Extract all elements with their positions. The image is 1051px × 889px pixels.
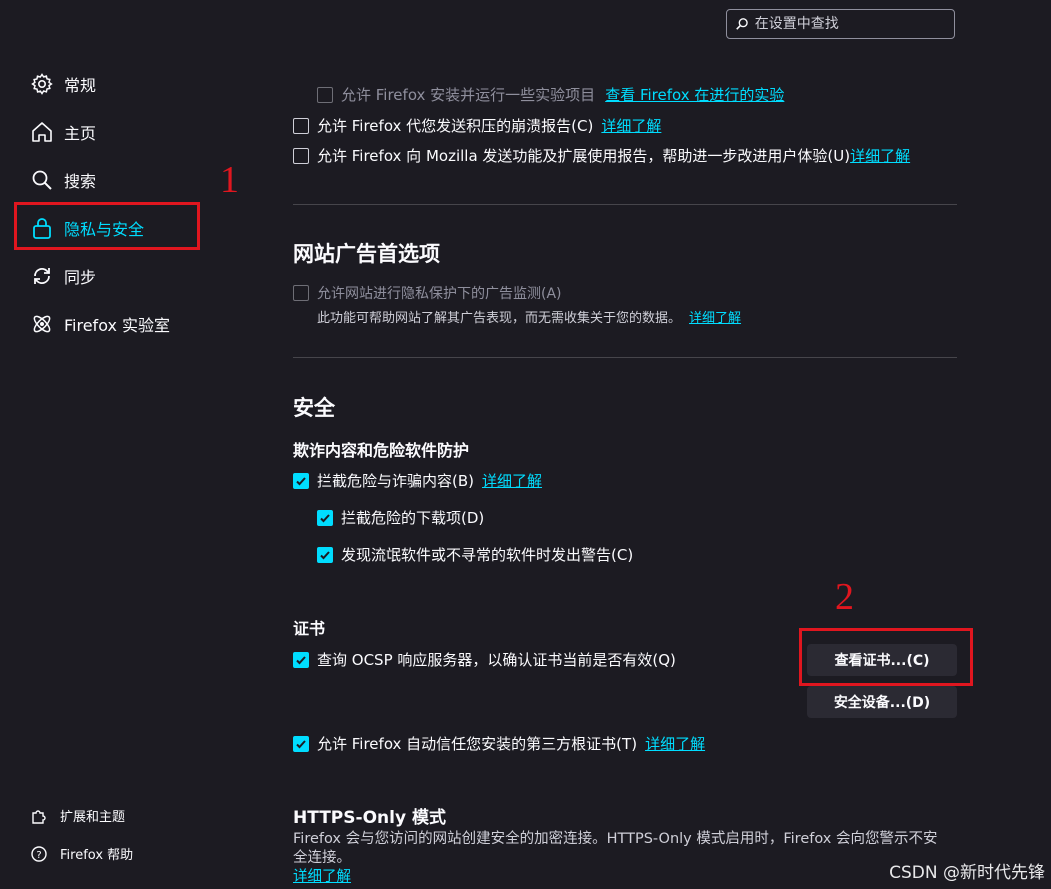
block-downloads-checkbox[interactable] — [317, 509, 333, 526]
annotation-box-2 — [799, 628, 973, 686]
studies-checkbox[interactable] — [317, 86, 333, 103]
gear-icon — [31, 73, 53, 95]
search-icon — [736, 18, 748, 30]
ppa-checkbox[interactable] — [293, 285, 309, 301]
block-downloads-label: 拦截危险的下载项(D) — [341, 509, 485, 527]
telemetry-label: 允许 Firefox 向 Mozilla 发送功能及扩展使用报告，帮助进一步改进… — [317, 147, 851, 165]
sidebar-item-label: 常规 — [64, 76, 97, 95]
block-dangerous-checkbox[interactable] — [293, 472, 309, 489]
sidebar-item-label: 搜索 — [64, 172, 97, 191]
sidebar-item-sync[interactable]: 同步 — [30, 262, 96, 290]
telemetry-checkbox[interactable] — [293, 147, 309, 164]
ppa-label: 允许网站进行隐私保护下的广告监测(A) — [317, 286, 562, 302]
enterprise-roots-row: 允许 Firefox 自动信任您安装的第三方根证书(T) 详细了解 — [293, 733, 705, 754]
sidebar-footer-addons[interactable]: 扩展和主题 — [30, 806, 125, 825]
section-divider — [293, 357, 957, 358]
check-icon — [320, 513, 330, 522]
block-dangerous-label: 拦截危险与诈骗内容(B) — [317, 472, 474, 490]
watermark: CSDN @新时代先锋 — [889, 863, 1045, 883]
studies-link[interactable]: 查看 Firefox 在进行的实验 — [605, 84, 784, 105]
sidebar-footer-help[interactable]: ? Firefox 帮助 — [30, 844, 133, 863]
telemetry-row: 允许 Firefox 向 Mozilla 发送功能及扩展使用报告，帮助进一步改进… — [293, 145, 910, 166]
crash-reports-label: 允许 Firefox 代您发送积压的崩溃报告(C) — [317, 117, 594, 135]
puzzle-icon — [32, 809, 46, 824]
annotation-box-1 — [14, 202, 200, 250]
security-devices-button[interactable]: 安全设备...(D) — [807, 686, 957, 718]
security-section-title: 安全 — [293, 396, 335, 420]
warn-unwanted-row: 发现流氓软件或不寻常的软件时发出警告(C) — [317, 544, 633, 565]
telemetry-link[interactable]: 详细了解 — [850, 145, 910, 166]
sidebar-item-label: 主页 — [64, 124, 97, 143]
https-only-title: HTTPS-Only 模式 — [293, 808, 446, 828]
https-only-link[interactable]: 详细了解 — [293, 868, 963, 887]
ppa-row: 允许网站进行隐私保护下的广告监测(A) — [293, 283, 562, 303]
sidebar-item-label: 同步 — [64, 268, 97, 287]
sidebar-footer-label: 扩展和主题 — [60, 810, 126, 825]
ppa-description: 此功能可帮助网站了解其广告表现，而无需收集关于您的数据。 — [317, 311, 682, 326]
https-only-desc-line2: 全连接。 — [293, 850, 351, 866]
check-icon — [320, 550, 330, 559]
search-icon — [32, 170, 52, 190]
sidebar-item-search[interactable]: 搜索 — [30, 166, 96, 194]
sync-icon — [34, 268, 50, 284]
ppa-description-row: 此功能可帮助网站了解其广告表现，而无需收集关于您的数据。 详细了解 — [317, 307, 741, 326]
check-icon — [296, 476, 306, 485]
ocsp-checkbox[interactable] — [293, 651, 309, 668]
crash-reports-link[interactable]: 详细了解 — [601, 115, 661, 136]
warn-unwanted-label: 发现流氓软件或不寻常的软件时发出警告(C) — [341, 546, 634, 564]
ocsp-label: 查询 OCSP 响应服务器，以确认证书当前是否有效(Q) — [317, 651, 676, 669]
check-icon — [296, 655, 306, 664]
section-divider — [293, 204, 957, 205]
crash-reports-row: 允许 Firefox 代您发送积压的崩溃报告(C) 详细了解 — [293, 115, 661, 136]
search-box[interactable] — [726, 9, 955, 39]
sidebar-item-label: Firefox 实验室 — [64, 316, 171, 335]
ocsp-row: 查询 OCSP 响应服务器，以确认证书当前是否有效(Q) — [293, 649, 676, 670]
studies-label: 允许 Firefox 安装并运行一些实验项目 — [341, 86, 596, 104]
phishing-subtitle: 欺诈内容和危险软件防护 — [293, 441, 470, 460]
sidebar-item-labs[interactable]: Firefox 实验室 — [30, 310, 170, 338]
enterprise-roots-checkbox[interactable] — [293, 735, 309, 752]
certificates-subtitle: 证书 — [293, 619, 326, 638]
crash-reports-checkbox[interactable] — [293, 117, 309, 134]
https-only-desc-line1: Firefox 会与您访问的网站创建安全的加密连接。HTTPS-Only 模式启… — [293, 831, 938, 847]
svg-text:?: ? — [36, 850, 41, 861]
studies-row: 允许 Firefox 安装并运行一些实验项目 查看 Firefox 在进行的实验 — [317, 84, 784, 105]
enterprise-roots-label: 允许 Firefox 自动信任您安装的第三方根证书(T) — [317, 735, 638, 753]
ads-section-title: 网站广告首选项 — [293, 242, 440, 266]
help-icon: ? — [31, 845, 47, 862]
annotation-number-2: 2 — [835, 576, 854, 618]
search-input[interactable] — [752, 15, 954, 33]
block-dangerous-link[interactable]: 详细了解 — [482, 470, 542, 491]
enterprise-roots-link[interactable]: 详细了解 — [645, 733, 705, 754]
sidebar-item-home[interactable]: 主页 — [30, 118, 96, 146]
warn-unwanted-checkbox[interactable] — [317, 546, 333, 563]
https-only-description: Firefox 会与您访问的网站创建安全的加密连接。HTTPS-Only 模式启… — [293, 830, 963, 887]
home-icon — [32, 122, 52, 142]
flask-icon — [33, 315, 51, 333]
annotation-number-1: 1 — [220, 159, 239, 201]
sidebar-item-general[interactable]: 常规 — [30, 70, 96, 98]
block-downloads-row: 拦截危险的下载项(D) — [317, 507, 484, 528]
check-icon — [296, 739, 306, 748]
ppa-link[interactable]: 详细了解 — [689, 307, 741, 326]
sidebar-footer-label: Firefox 帮助 — [60, 848, 134, 863]
block-dangerous-row: 拦截危险与诈骗内容(B) 详细了解 — [293, 470, 542, 491]
